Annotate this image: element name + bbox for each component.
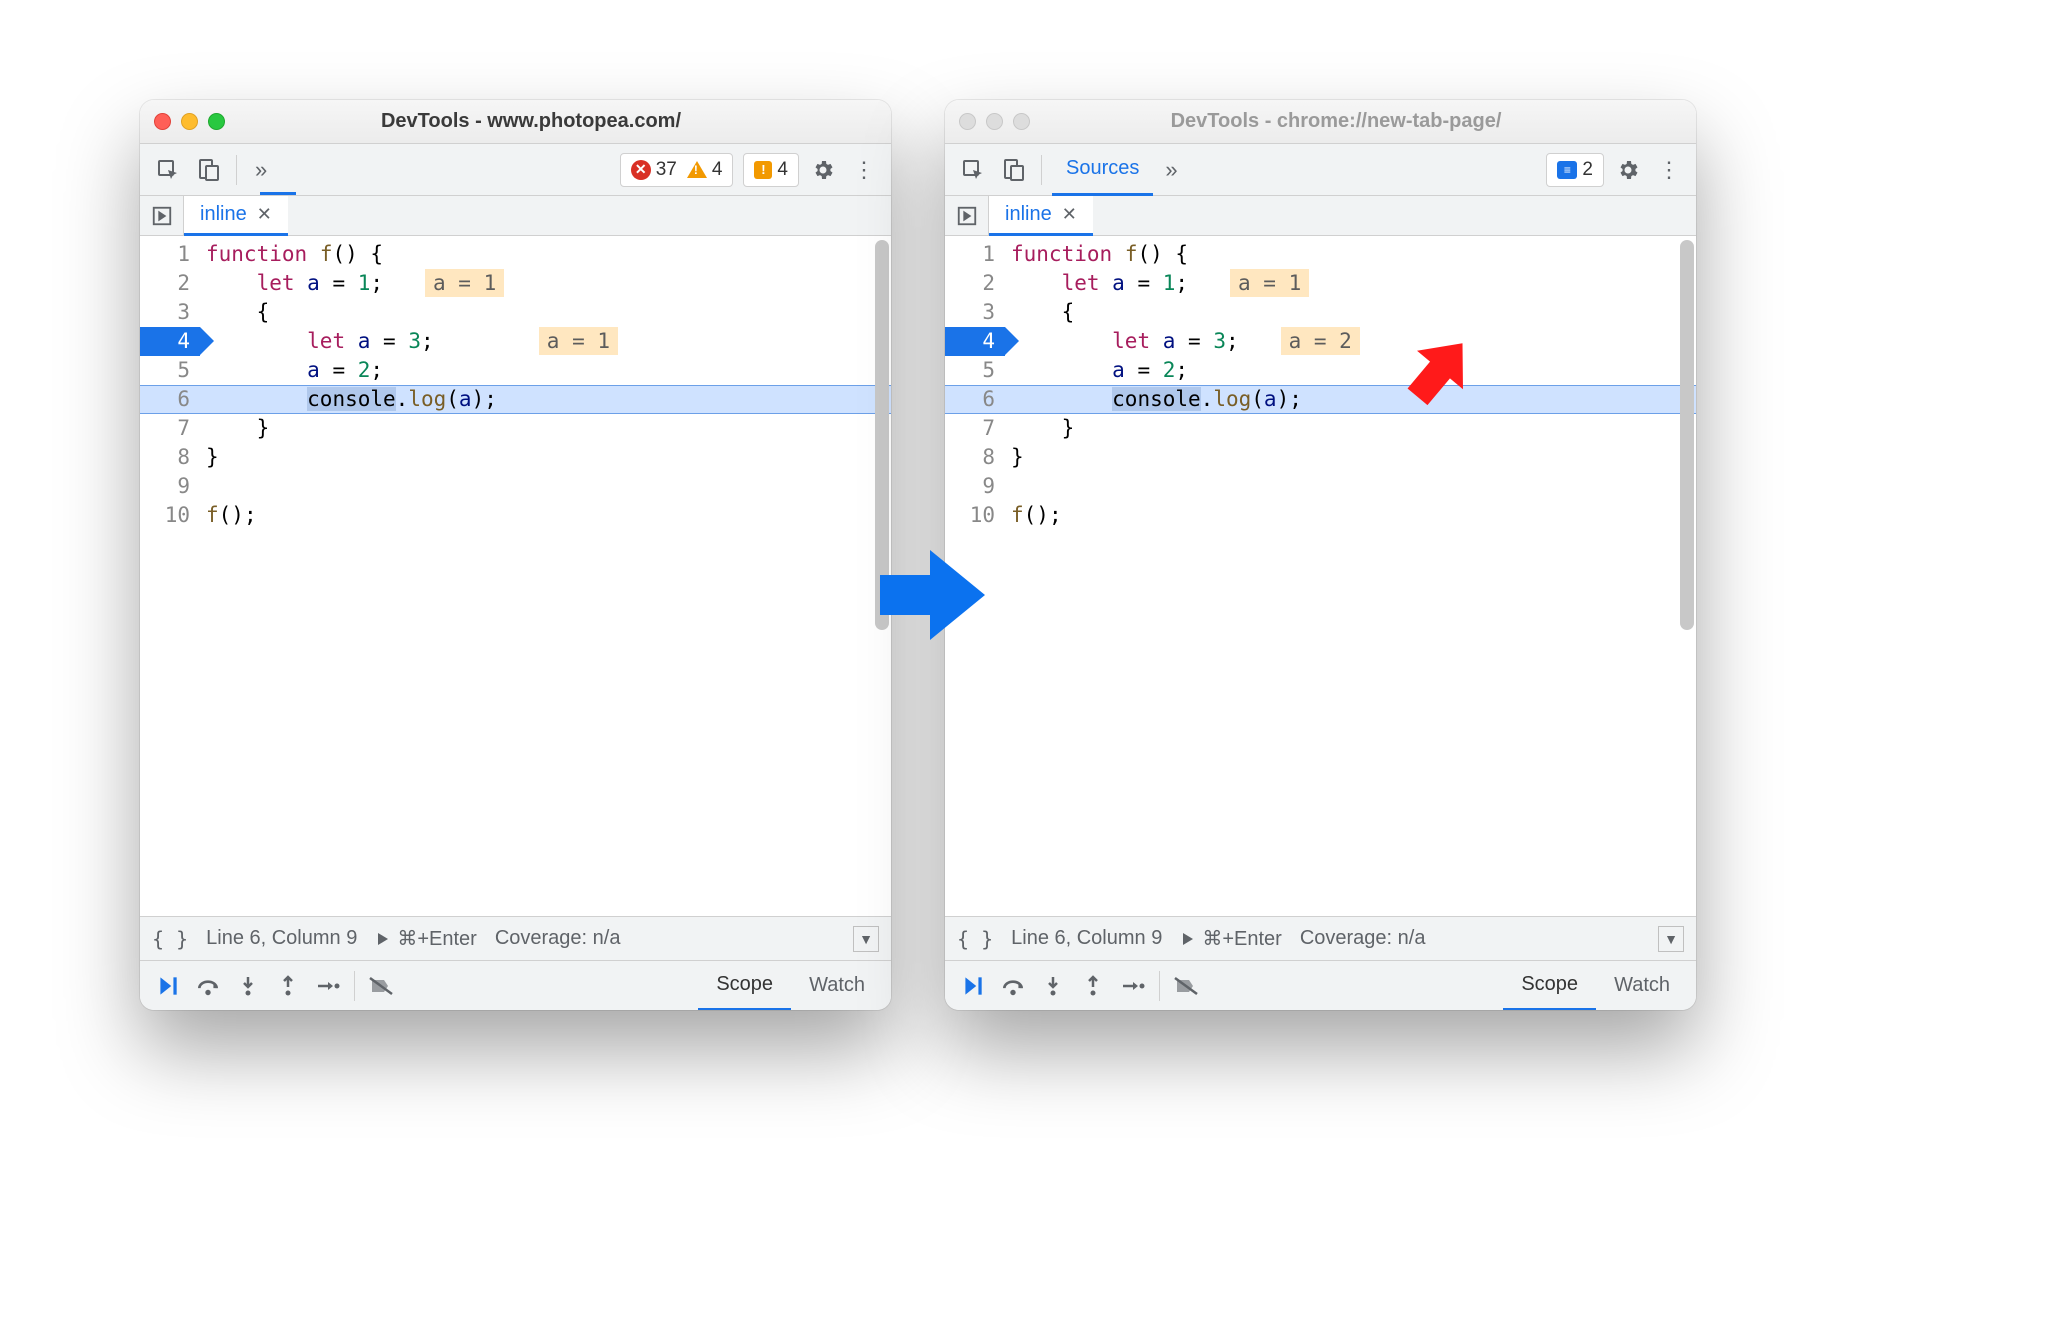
code-editor[interactable]: 123 4 567 8910 function f() { let a = 1;… bbox=[945, 236, 1696, 916]
maximize-icon[interactable] bbox=[1013, 113, 1030, 130]
source-tab-strip: inline ✕ bbox=[945, 196, 1696, 236]
inspect-icon[interactable] bbox=[150, 152, 186, 188]
code-editor[interactable]: 123 4 567 8910 function f() { let a = 1;… bbox=[140, 236, 891, 916]
tab-close-icon[interactable]: ✕ bbox=[257, 204, 272, 225]
minimize-icon[interactable] bbox=[181, 113, 198, 130]
close-icon[interactable] bbox=[154, 113, 171, 130]
watch-tab[interactable]: Watch bbox=[1596, 961, 1688, 1011]
execution-line-marker: 4 bbox=[140, 327, 200, 356]
more-tabs-icon[interactable]: » bbox=[247, 157, 275, 183]
traffic-lights bbox=[959, 113, 1030, 130]
kebab-menu-icon[interactable]: ⋮ bbox=[847, 157, 881, 183]
inline-value: a = 1 bbox=[539, 327, 618, 355]
warning-icon bbox=[687, 161, 707, 178]
sources-tab[interactable]: Sources bbox=[1052, 144, 1153, 196]
step-into-icon[interactable] bbox=[228, 966, 268, 1006]
scope-tab[interactable]: Scope bbox=[698, 961, 791, 1010]
messages-badge[interactable]: ≡ 2 bbox=[1546, 153, 1604, 187]
run-snippet[interactable]: ⌘+Enter bbox=[375, 926, 476, 951]
step-out-icon[interactable] bbox=[1073, 966, 1113, 1006]
dock-icon[interactable]: ▼ bbox=[853, 926, 879, 952]
dock-icon[interactable]: ▼ bbox=[1658, 926, 1684, 952]
resume-icon[interactable] bbox=[953, 966, 993, 1006]
coverage-status[interactable]: Coverage: n/a bbox=[1300, 927, 1426, 950]
step-out-icon[interactable] bbox=[268, 966, 308, 1006]
warning-count: 4 bbox=[712, 159, 723, 181]
run-snippet[interactable]: ⌘+Enter bbox=[1180, 926, 1281, 951]
device-icon[interactable] bbox=[190, 152, 226, 188]
resume-icon[interactable] bbox=[148, 966, 188, 1006]
source-tab-strip: inline ✕ bbox=[140, 196, 891, 236]
status-bar: { } Line 6, Column 9 ⌘+Enter Coverage: n… bbox=[140, 916, 891, 960]
titlebar[interactable]: DevTools - chrome://new-tab-page/ bbox=[945, 100, 1696, 144]
message-icon: ≡ bbox=[1557, 161, 1577, 179]
cursor-position[interactable]: Line 6, Column 9 bbox=[206, 927, 357, 950]
debug-toolbar: Scope Watch bbox=[140, 960, 891, 1010]
tab-close-icon[interactable]: ✕ bbox=[1062, 204, 1077, 225]
titlebar[interactable]: DevTools - www.photopea.com/ bbox=[140, 100, 891, 144]
pretty-print-icon[interactable]: { } bbox=[957, 927, 993, 951]
error-icon: ✕ bbox=[631, 160, 651, 180]
navigator-toggle-icon[interactable] bbox=[140, 196, 184, 235]
pretty-print-icon[interactable]: { } bbox=[152, 927, 188, 951]
step-over-icon[interactable] bbox=[188, 966, 228, 1006]
status-bar: { } Line 6, Column 9 ⌘+Enter Coverage: n… bbox=[945, 916, 1696, 960]
tab-label: inline bbox=[1005, 203, 1052, 226]
error-count: 37 bbox=[656, 159, 677, 181]
transition-arrow-icon bbox=[870, 540, 990, 650]
coverage-status[interactable]: Coverage: n/a bbox=[495, 927, 621, 950]
devtools-window-left: DevTools - www.photopea.com/ » ✕ 37 4 bbox=[140, 100, 891, 1010]
step-over-icon[interactable] bbox=[993, 966, 1033, 1006]
main-toolbar: Sources » ≡ 2 ⋮ bbox=[945, 144, 1696, 196]
issues-badge[interactable]: ! 4 bbox=[743, 153, 799, 187]
kebab-menu-icon[interactable]: ⋮ bbox=[1652, 157, 1686, 183]
tab-label: inline bbox=[200, 203, 247, 226]
inline-value: a = 2 bbox=[1281, 327, 1360, 355]
settings-icon[interactable] bbox=[1608, 158, 1648, 182]
step-into-icon[interactable] bbox=[1033, 966, 1073, 1006]
cursor-position[interactable]: Line 6, Column 9 bbox=[1011, 927, 1162, 950]
inspect-icon[interactable] bbox=[955, 152, 991, 188]
warning-badge[interactable]: 4 bbox=[687, 159, 723, 181]
inline-value: a = 1 bbox=[425, 269, 504, 297]
separator bbox=[236, 155, 237, 185]
traffic-lights bbox=[154, 113, 225, 130]
message-count: 2 bbox=[1582, 159, 1593, 181]
separator bbox=[1041, 155, 1042, 185]
active-tab-indicator bbox=[260, 192, 296, 195]
devtools-window-right: DevTools - chrome://new-tab-page/ Source… bbox=[945, 100, 1696, 1010]
scope-tab[interactable]: Scope bbox=[1503, 961, 1596, 1010]
scrollbar[interactable] bbox=[1680, 240, 1694, 630]
settings-icon[interactable] bbox=[803, 158, 843, 182]
issue-icon: ! bbox=[754, 161, 772, 179]
close-icon[interactable] bbox=[959, 113, 976, 130]
separator bbox=[1159, 971, 1160, 1001]
step-icon[interactable] bbox=[308, 966, 348, 1006]
execution-line-marker: 4 bbox=[945, 327, 1005, 356]
inline-value: a = 1 bbox=[1230, 269, 1309, 297]
minimize-icon[interactable] bbox=[986, 113, 1003, 130]
console-badges[interactable]: ✕ 37 4 bbox=[620, 153, 734, 187]
deactivate-breakpoints-icon[interactable] bbox=[1166, 966, 1206, 1006]
deactivate-breakpoints-icon[interactable] bbox=[361, 966, 401, 1006]
debug-toolbar: Scope Watch bbox=[945, 960, 1696, 1010]
separator bbox=[354, 971, 355, 1001]
error-badge[interactable]: ✕ 37 bbox=[631, 159, 677, 181]
main-toolbar: » ✕ 37 4 ! 4 ⋮ bbox=[140, 144, 891, 196]
step-icon[interactable] bbox=[1113, 966, 1153, 1006]
gutter[interactable]: 123 4 567 8910 bbox=[140, 236, 200, 916]
file-tab-inline[interactable]: inline ✕ bbox=[989, 196, 1093, 236]
watch-tab[interactable]: Watch bbox=[791, 961, 883, 1011]
callout-arrow-icon bbox=[1395, 325, 1485, 415]
device-icon[interactable] bbox=[995, 152, 1031, 188]
window-title: DevTools - chrome://new-tab-page/ bbox=[1040, 110, 1682, 133]
navigator-toggle-icon[interactable] bbox=[945, 196, 989, 235]
maximize-icon[interactable] bbox=[208, 113, 225, 130]
code-area[interactable]: function f() { let a = 1; a = 1 { let a … bbox=[200, 236, 891, 916]
issue-count: 4 bbox=[777, 159, 788, 181]
file-tab-inline[interactable]: inline ✕ bbox=[184, 196, 288, 236]
more-tabs-icon[interactable]: » bbox=[1157, 157, 1185, 183]
window-title: DevTools - www.photopea.com/ bbox=[235, 110, 877, 133]
code-area[interactable]: function f() { let a = 1; a = 1 { let a … bbox=[1005, 236, 1696, 916]
